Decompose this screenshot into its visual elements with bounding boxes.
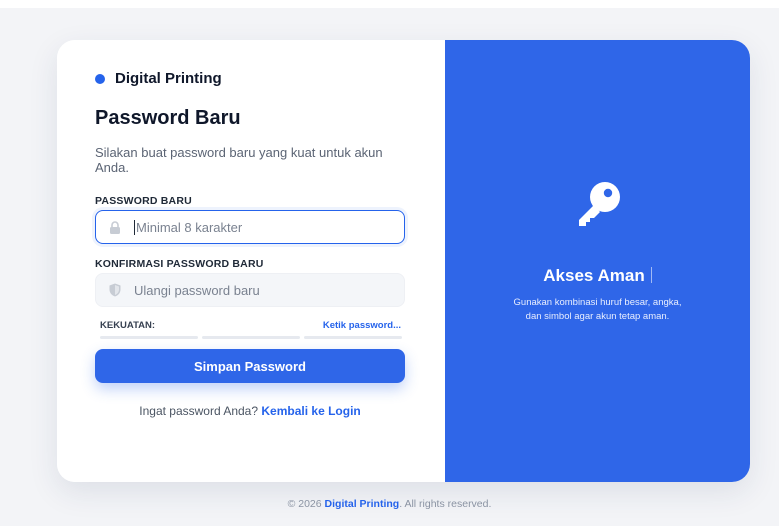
strength-label: KEKUATAN: [100,320,156,331]
top-strip [0,0,779,8]
login-line: Ingat password Anda? Kembali ke Login [95,404,405,418]
login-prompt: Ingat password Anda? [139,404,259,418]
footer: © 2026 Digital Printing. All rights rese… [0,498,779,510]
auth-card: Digital Printing Password Baru Silakan b… [57,40,750,482]
strength-bar [202,336,300,339]
back-to-login-link[interactable]: Kembali ke Login [261,404,360,418]
footer-suffix: . All rights reserved. [399,498,492,510]
panel-title-text: Akses Aman [543,266,645,285]
brand: Digital Printing [95,70,222,87]
password-label: PASSWORD BARU [95,195,192,207]
footer-brand: Digital Printing [324,498,400,510]
brand-dot-icon [95,73,105,84]
confirm-password-label: KONFIRMASI PASSWORD BARU [95,258,264,270]
key-icon [573,180,623,228]
confirm-password-input[interactable] [134,282,374,298]
save-password-button[interactable]: Simpan Password [95,349,405,383]
strength-bar [100,336,198,339]
confirm-password-field-wrapper[interactable] [95,273,405,307]
panel-title: Akses Aman [445,266,750,286]
typing-cursor [650,267,652,283]
page-subtitle: Silakan buat password baru yang kuat unt… [95,145,383,175]
page-title: Password Baru [95,107,241,129]
text-caret [134,219,135,235]
lock-icon [108,220,122,234]
brand-name: Digital Printing [115,70,222,87]
strength-bar [304,336,402,339]
form-panel: Digital Printing Password Baru Silakan b… [57,40,445,482]
password-field-wrapper[interactable] [95,210,405,244]
strength-meter [100,336,402,339]
panel-description: Gunakan kombinasi huruf besar, angka, da… [513,297,682,322]
info-panel: Akses Aman Gunakan kombinasi huruf besar… [445,40,750,482]
footer-prefix: © 2026 [287,498,322,510]
strength-hint: Ketik password... [322,320,401,331]
new-password-input[interactable] [136,219,376,235]
shield-icon [108,283,122,297]
